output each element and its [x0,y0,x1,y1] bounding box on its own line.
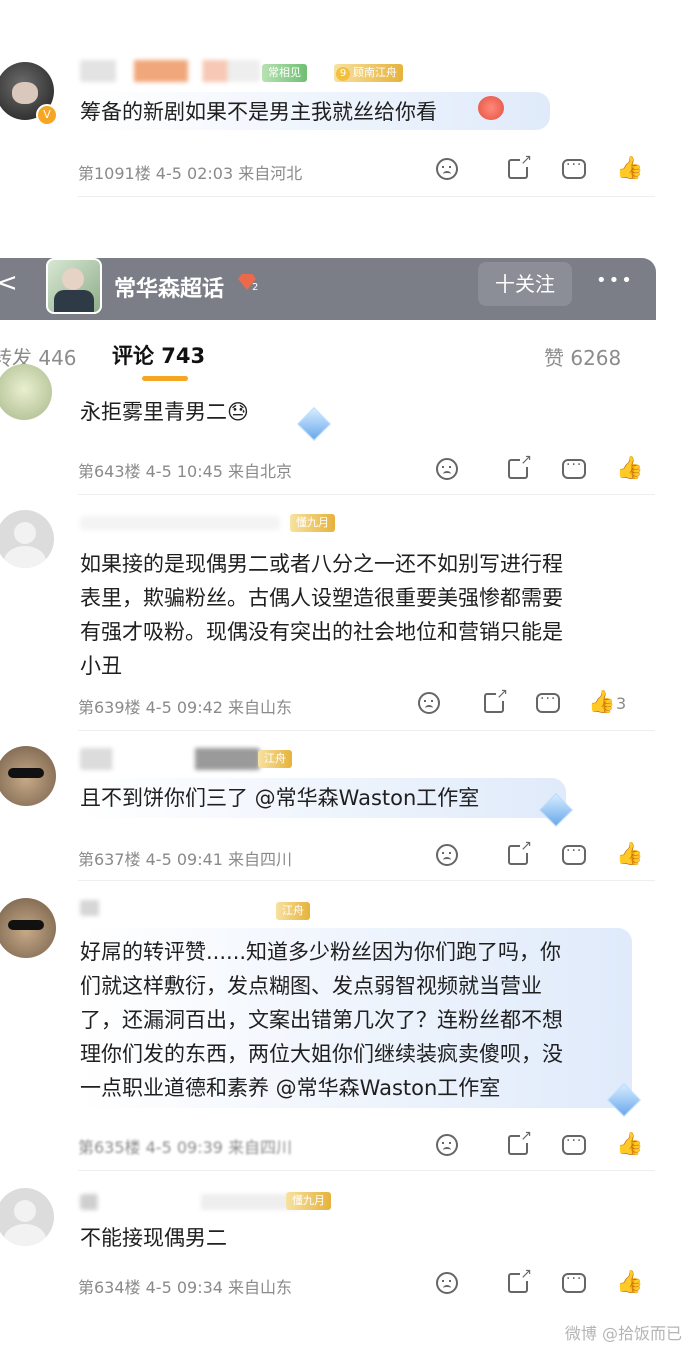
like-icon[interactable]: 👍 [616,844,643,866]
avatar[interactable] [0,898,56,958]
comment-actions: 👍 [436,1267,643,1294]
dislike-icon[interactable] [436,844,458,866]
comment-actions: 👍 [436,839,643,866]
like-icon[interactable]: 👍 [616,1134,643,1156]
tab-like[interactable]: 赞 6268 [544,342,621,371]
tab-active-indicator [142,376,188,381]
comment-text-line: 如果接的是现偶男二或者八分之一还不如别写进行程 [80,552,563,576]
divider [78,196,655,197]
vip-diamond-icon [297,407,331,441]
divider [78,880,655,881]
comment-meta: 第643楼 4-5 10:45 来自北京 [78,462,293,481]
tag-label: 常相见 [268,66,301,79]
reply-icon[interactable] [562,457,586,479]
fan-tag[interactable]: 常相见 [262,64,307,82]
like-icon[interactable]: 👍 [616,158,643,180]
comment-actions: 👍 [436,153,643,180]
comment-text-line: 了，还漏洞百出，文案出错第几次了？连粉丝都不想 [80,1008,563,1032]
username-blurred[interactable] [80,900,270,916]
reply-icon[interactable] [562,843,586,865]
fan-tag[interactable]: 江舟 [276,902,310,920]
tag-label: 懂九月 [296,516,329,529]
divider [78,1170,655,1171]
share-icon[interactable] [508,453,532,479]
comment-text-line: 表里，欺骗粉丝。古偶人设塑造很重要美强惨都需要 [80,586,563,610]
follow-button[interactable]: 十关注 [478,262,572,306]
dislike-icon[interactable] [436,1134,458,1156]
dislike-icon[interactable] [418,692,440,714]
fan-tag[interactable]: 懂九月 [290,514,335,532]
fan-tag[interactable]: 懂九月 [286,1192,331,1210]
comment-text-line: 小丑 [80,654,122,678]
topic-level-icon: 2 [236,272,260,294]
avatar[interactable] [0,364,52,420]
dislike-icon[interactable] [436,1272,458,1294]
comment-actions: 👍 [436,453,643,480]
comment-text-line: 一点职业道德和素养 @常华森Waston工作室 [80,1076,501,1100]
divider [78,494,655,495]
avatar[interactable] [0,746,56,806]
topic-level-number: 2 [252,282,259,293]
like-icon[interactable]: 👍 [616,1272,643,1294]
comment-meta: 第634楼 4-5 09:34 来自山东 [78,1278,293,1297]
tag-label: 懂九月 [292,1194,325,1207]
comment-text-line: 们就这样敷衍，发点糊图、发点弱智视频就当营业 [80,974,542,998]
share-icon[interactable] [508,1267,532,1293]
level-icon: 9 [336,67,350,81]
username-blurred[interactable] [80,748,260,770]
emoji-sticker-icon [478,96,504,120]
comment-text: 不能接现偶男二 [80,1226,227,1250]
reply-icon[interactable] [562,1133,586,1155]
like-icon[interactable]: 👍 [616,458,643,480]
more-button[interactable]: ••• [596,270,634,291]
username-blurred[interactable] [80,516,280,530]
username-blurred[interactable] [80,60,260,82]
share-icon[interactable] [508,153,532,179]
reply-icon[interactable] [562,1271,586,1293]
share-icon[interactable] [508,839,532,865]
comment-text: 永拒雾里青男二😓 [80,400,249,424]
dislike-icon[interactable] [436,158,458,180]
tab-comment[interactable]: 评论 743 [112,340,205,370]
topic-avatar[interactable] [46,258,102,314]
comment-actions: 👍 [436,1129,643,1156]
comment-text-line: 理你们发的东西，两位大姐你们继续装疯卖傻呗，没 [80,1042,563,1066]
tag-label: 江舟 [264,752,286,765]
avatar[interactable] [0,1188,54,1246]
comment-actions: 👍 3 [418,687,627,714]
reply-icon[interactable] [562,157,586,179]
comment-text-line: 有强才吸粉。现偶没有突出的社会地位和营销只能是 [80,620,563,644]
divider [78,730,655,731]
like-icon[interactable]: 👍 [588,692,615,714]
comment-meta: 第637楼 4-5 09:41 来自四川 [78,850,293,869]
share-icon[interactable] [508,1129,532,1155]
avatar[interactable] [0,510,54,568]
tag-label: 江舟 [282,904,304,917]
username-blurred[interactable] [80,1194,300,1210]
fan-tag[interactable]: 江舟 [258,750,292,768]
comment-meta: 第635楼 4-5 09:39 来自四川 [78,1138,293,1157]
comment-text: 且不到饼你们三了 @常华森Waston工作室 [80,786,480,810]
dislike-icon[interactable] [436,458,458,480]
comment-meta: 第1091楼 4-5 02:03 来自河北 [78,164,303,183]
watermark: 微博 @拾饭而已 [564,1324,682,1343]
tag-label: 顾南江舟 [353,66,397,79]
reply-icon[interactable] [536,691,560,713]
like-count: 3 [616,693,627,713]
comment-meta: 第639楼 4-5 09:42 来自山东 [78,698,293,717]
back-button[interactable]: < [0,268,18,298]
comment-text-line: 好屌的转评赞......知道多少粉丝因为你们跑了吗，你 [80,940,562,964]
verified-badge-icon: V [36,104,58,126]
share-icon[interactable] [484,687,508,713]
fan-level-tag[interactable]: 9 顾南江舟 [334,64,403,82]
comment-text: 筹备的新剧如果不是男主我就丝给你看 [80,100,437,124]
topic-title[interactable]: 常华森超话 [114,271,224,303]
